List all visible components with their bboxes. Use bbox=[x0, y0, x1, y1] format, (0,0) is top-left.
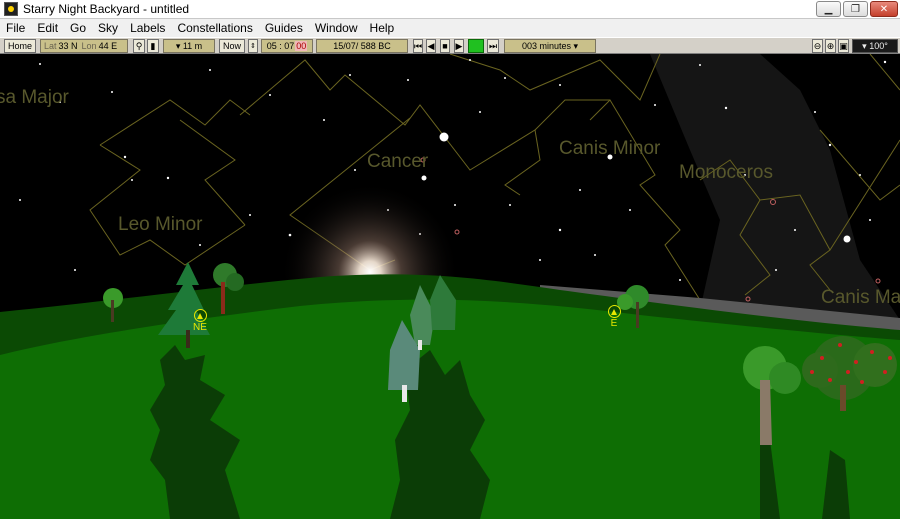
direction-marker-ne[interactable]: NE bbox=[188, 309, 212, 333]
restore-button[interactable]: ❐ bbox=[843, 1, 868, 17]
constellation-label[interactable]: Monoceros bbox=[679, 162, 773, 184]
menu-window[interactable]: Window bbox=[309, 21, 364, 35]
menu-bar: File Edit Go Sky Labels Constellations G… bbox=[0, 19, 900, 37]
zoom-in-icon[interactable]: ⊕ bbox=[825, 39, 836, 53]
play-icon[interactable]: ▶ bbox=[454, 39, 464, 53]
constellation-label[interactable]: Canis Minor bbox=[559, 138, 660, 160]
lon-value: 44 E bbox=[98, 41, 118, 51]
elevation-field[interactable]: ▾ 11 m bbox=[163, 39, 215, 53]
minimize-button[interactable]: ▁ bbox=[816, 1, 841, 17]
direction-marker-e[interactable]: E bbox=[602, 305, 626, 329]
sky-view[interactable]: sa Major Leo Minor Cancer Canis Minor Mo… bbox=[0, 54, 900, 519]
now-button[interactable]: Now bbox=[219, 39, 245, 53]
step-forward-icon[interactable]: ⏭ bbox=[487, 39, 499, 53]
compass-icon bbox=[607, 305, 621, 318]
sky-scene bbox=[0, 54, 900, 519]
title-bar: Starry Night Backyard - untitled ▁ ❐ ✕ bbox=[0, 0, 900, 19]
time-stepper[interactable]: ⇕ bbox=[248, 39, 258, 53]
menu-labels[interactable]: Labels bbox=[124, 21, 171, 35]
constellation-label[interactable]: Leo Minor bbox=[118, 214, 203, 236]
real-time-indicator[interactable] bbox=[468, 39, 484, 53]
location-field[interactable]: Lat 33 N Lon 44 E bbox=[40, 39, 128, 53]
direction-label: E bbox=[610, 318, 618, 329]
constellation-label[interactable]: sa Major bbox=[0, 87, 69, 109]
date-field[interactable]: 15/07/ 588 BC bbox=[316, 39, 408, 53]
constellation-label[interactable]: Cancer bbox=[367, 151, 428, 173]
window-title: Starry Night Backyard - untitled bbox=[23, 2, 190, 16]
seconds-value: 00 bbox=[295, 41, 308, 51]
step-back-icon[interactable]: ⏮ bbox=[413, 39, 423, 53]
lat-value: 33 N bbox=[58, 41, 78, 51]
menu-go[interactable]: Go bbox=[64, 21, 92, 35]
toolbar: Home Lat 33 N Lon 44 E ⚲ ▮ ▾ 11 m Now ⇕ … bbox=[0, 37, 900, 54]
menu-sky[interactable]: Sky bbox=[92, 21, 124, 35]
field-of-view-field[interactable]: ▾ 100° bbox=[852, 39, 898, 53]
viewpoint-icon[interactable]: ⚲ bbox=[133, 39, 145, 53]
lat-label: Lat bbox=[44, 41, 57, 51]
time-field[interactable]: 05 : 07 00 bbox=[261, 39, 313, 53]
stop-icon[interactable]: ■ bbox=[440, 39, 450, 53]
app-icon bbox=[4, 2, 18, 16]
window-controls: ▁ ❐ ✕ bbox=[816, 1, 898, 17]
zoom-reset-icon[interactable]: ▣ bbox=[838, 39, 849, 53]
home-button[interactable]: Home bbox=[4, 39, 36, 53]
menu-edit[interactable]: Edit bbox=[31, 21, 64, 35]
constellation-label[interactable]: Canis Ma bbox=[821, 287, 900, 309]
direction-label: NE bbox=[193, 322, 207, 333]
menu-guides[interactable]: Guides bbox=[259, 21, 309, 35]
menu-constellations[interactable]: Constellations bbox=[171, 21, 258, 35]
close-button[interactable]: ✕ bbox=[870, 1, 898, 17]
rewind-icon[interactable]: ◀ bbox=[426, 39, 436, 53]
menu-help[interactable]: Help bbox=[364, 21, 401, 35]
zoom-out-icon[interactable]: ⊖ bbox=[812, 39, 823, 53]
lock-icon[interactable]: ▮ bbox=[147, 39, 159, 53]
time-step-field[interactable]: 003 minutes ▾ bbox=[504, 39, 596, 53]
compass-icon bbox=[193, 309, 207, 322]
lon-label: Lon bbox=[81, 41, 97, 51]
menu-file[interactable]: File bbox=[0, 21, 31, 35]
time-value: 05 : 07 bbox=[266, 41, 295, 51]
